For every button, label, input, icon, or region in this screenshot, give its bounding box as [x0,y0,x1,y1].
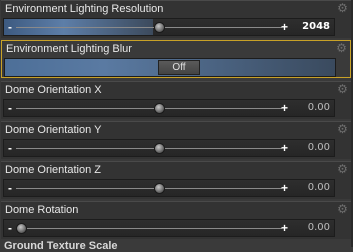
slider-track [16,188,282,189]
value-field[interactable]: 0.00 [308,142,330,153]
increment-button[interactable]: + [281,101,288,115]
value-field[interactable]: 0.00 [308,222,330,233]
prop-dome-orientation-y: Dome Orientation Y ⚙ - + 0.00 [1,121,351,159]
prop-label: Dome Orientation X [5,84,102,96]
slider-track [16,27,282,28]
value-field[interactable]: 2048 [302,21,330,32]
slider-knob[interactable] [154,103,165,114]
blur-toggle[interactable]: Off [4,58,336,77]
gear-icon[interactable]: ⚙ [337,163,348,175]
gear-icon[interactable]: ⚙ [336,42,347,54]
prop-label: Dome Orientation Z [5,164,101,176]
prop-label: Environment Lighting Blur [6,43,132,55]
gear-icon[interactable]: ⚙ [337,83,348,95]
decrement-button[interactable]: - [8,221,12,235]
slider-track [16,148,282,149]
decrement-button[interactable]: - [8,141,12,155]
slider-knob[interactable] [16,223,27,234]
increment-button[interactable]: + [281,141,288,155]
slider-knob[interactable] [154,22,165,33]
prop-label: Environment Lighting Resolution [5,3,164,15]
gear-icon[interactable]: ⚙ [337,2,348,14]
increment-button[interactable]: + [281,181,288,195]
prop-label: Dome Rotation [5,204,79,216]
dome-orientation-x-slider[interactable]: - + 0.00 [3,99,335,117]
dome-orientation-y-slider[interactable]: - + 0.00 [3,139,335,157]
decrement-button[interactable]: - [8,181,12,195]
increment-button[interactable]: + [281,221,288,235]
slider-track [16,108,282,109]
prop-label: Dome Orientation Y [5,124,102,136]
toggle-button[interactable]: Off [158,60,200,75]
gear-icon[interactable]: ⚙ [337,123,348,135]
value-field[interactable]: 0.00 [308,102,330,113]
slider-knob[interactable] [154,143,165,154]
prop-dome-orientation-x: Dome Orientation X ⚙ - + 0.00 [1,81,351,119]
slider-track [16,228,282,229]
gear-icon[interactable]: ⚙ [337,203,348,215]
value-field[interactable]: 0.00 [308,182,330,193]
prop-dome-rotation: Dome Rotation ⚙ - + 0.00 [1,201,351,239]
prop-environment-lighting-resolution: Environment Lighting Resolution ⚙ - + 20… [1,0,351,38]
prop-dome-orientation-z: Dome Orientation Z ⚙ - + 0.00 [1,161,351,199]
cutoff-label: Ground Texture Scale [4,240,118,252]
decrement-button[interactable]: - [8,20,12,34]
resolution-slider[interactable]: - + 2048 [3,18,335,36]
dome-orientation-z-slider[interactable]: - + 0.00 [3,179,335,197]
decrement-button[interactable]: - [8,101,12,115]
increment-button[interactable]: + [281,20,288,34]
slider-knob[interactable] [154,183,165,194]
prop-environment-lighting-blur: Environment Lighting Blur ⚙ Off [1,40,351,78]
dome-rotation-slider[interactable]: - + 0.00 [3,219,335,237]
